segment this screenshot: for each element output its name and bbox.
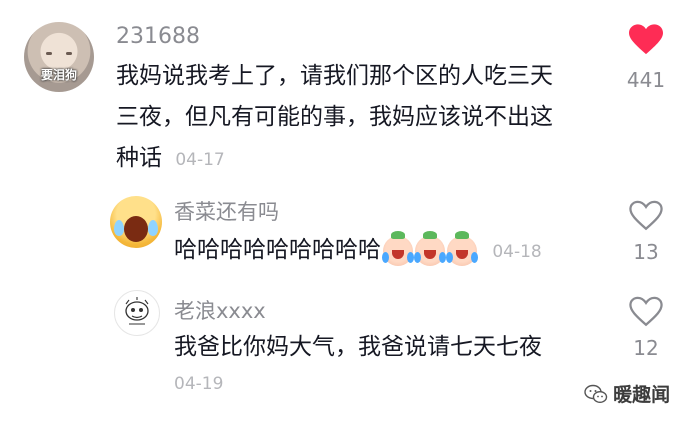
reply-text: 我爸比你妈大气，我爸说请七天七夜	[174, 334, 542, 360]
reply-text-row: 哈哈哈哈哈哈哈哈哈 04-18	[174, 230, 542, 270]
mouth-icon	[124, 216, 148, 242]
crying-laughing-sticker-icon	[446, 230, 478, 266]
comment-line: 我妈说我考上了，请我们那个区的人吃三天	[116, 63, 553, 89]
reply-text: 哈哈哈哈哈哈哈哈哈	[174, 237, 381, 263]
reply-date: 04-19	[174, 374, 224, 394]
comment-line: 种话 04-17	[116, 138, 616, 181]
reply-avatar[interactable]	[114, 290, 160, 336]
wechat-icon	[584, 384, 608, 403]
reply-avatar[interactable]	[110, 196, 162, 248]
reply-like-count: 12	[633, 336, 659, 360]
avatar-eye	[66, 52, 72, 55]
reply-like-button[interactable]	[626, 200, 666, 236]
comment-username[interactable]: 231688	[116, 24, 200, 49]
comment-date: 04-17	[175, 150, 225, 170]
reply-date: 04-18	[492, 242, 542, 262]
reply-username[interactable]: 老浪xxxx	[174, 295, 266, 325]
heart-outline-icon[interactable]	[629, 296, 663, 328]
comment-like-count: 441	[626, 68, 666, 92]
heart-filled-icon[interactable]	[629, 24, 663, 56]
crying-laughing-sticker-icon	[382, 230, 414, 266]
reply-like-button[interactable]	[626, 296, 666, 332]
avatar-caption: 要泪狗	[40, 68, 77, 82]
reply-username[interactable]: 香菜还有吗	[174, 196, 279, 226]
comment-like-button[interactable]	[626, 24, 666, 60]
comment-line: 三夜，但凡有可能的事，我妈应该说不出这	[116, 104, 553, 130]
tear-icon	[114, 220, 124, 236]
heart-outline-icon[interactable]	[629, 200, 663, 232]
crying-laughing-sticker-icon	[414, 230, 446, 266]
comment-avatar[interactable]: 要泪狗	[24, 22, 94, 92]
watermark: 暖趣闻	[584, 380, 670, 407]
reply-like-count: 13	[633, 240, 659, 264]
comment-line-text: 种话	[116, 145, 162, 171]
tear-icon	[148, 220, 158, 236]
avatar-eye	[46, 52, 52, 55]
comment-text: 我妈说我考上了，请我们那个区的人吃三天 三夜，但凡有可能的事，我妈应该说不出这 …	[116, 56, 616, 181]
watermark-text: 暖趣闻	[613, 384, 671, 406]
doodle-face-icon	[125, 297, 149, 325]
